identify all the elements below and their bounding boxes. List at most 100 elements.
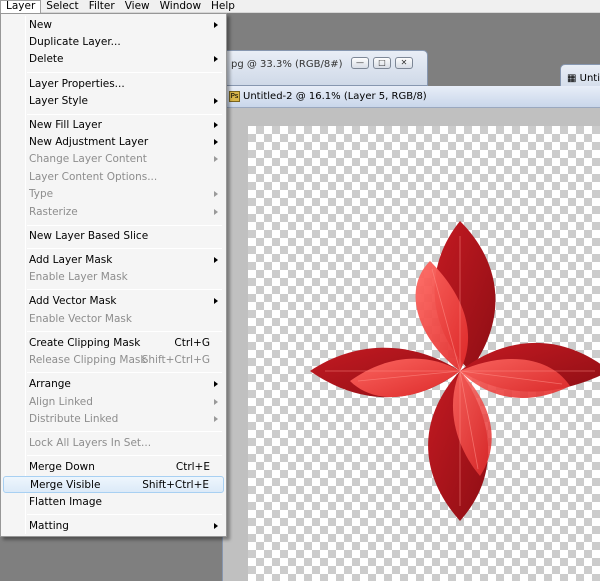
menu-view[interactable]: View (120, 0, 155, 13)
background-document-window[interactable]: pg @ 33.3% (RGB/8#) — □ ✕ (218, 50, 428, 86)
menu-item-label: Create Clipping Mask (29, 337, 141, 349)
menu-window[interactable]: Window (155, 0, 206, 13)
submenu-arrow-icon (214, 381, 218, 387)
submenu-arrow-icon (214, 416, 218, 422)
menu-item-label: Add Vector Mask (29, 295, 117, 307)
menu-item-label: Enable Layer Mask (29, 271, 128, 283)
menu-item-label: Merge Down (29, 461, 95, 473)
menu-help[interactable]: Help (206, 0, 240, 13)
submenu-arrow-icon (214, 122, 218, 128)
menu-item-add-vector-mask[interactable]: Add Vector Mask (3, 293, 224, 310)
menu-filter[interactable]: Filter (84, 0, 120, 13)
submenu-arrow-icon (214, 98, 218, 104)
menu-item-new[interactable]: New (3, 17, 224, 34)
menu-item-change-layer-content: Change Layer Content (3, 151, 224, 168)
menu-select[interactable]: Select (41, 0, 83, 13)
menu-item-label: Layer Content Options... (29, 171, 158, 183)
menu-item-layer-style[interactable]: Layer Style (3, 93, 224, 110)
menu-separator (27, 431, 222, 432)
menu-item-shortcut: Shift+Ctrl+E (142, 479, 209, 491)
submenu-arrow-icon (214, 139, 218, 145)
menu-item-shortcut: Shift+Ctrl+G (141, 354, 210, 366)
menu-separator (27, 455, 222, 456)
menu-item-label: Duplicate Layer... (29, 36, 121, 48)
menu-item-label: Flatten Image (29, 496, 102, 508)
menu-item-create-clipping-mask[interactable]: Create Clipping Mask Ctrl+G (3, 335, 224, 352)
menu-item-type: Type (3, 186, 224, 203)
menu-bar: Layer Select Filter View Window Help (0, 0, 600, 13)
menu-item-merge-down[interactable]: Merge Down Ctrl+E (3, 459, 224, 476)
menu-item-new-layer-based-slice[interactable]: New Layer Based Slice (3, 228, 224, 245)
document-title: Untitled-2 @ 16.1% (Layer 5, RGB/8) (243, 91, 427, 102)
menu-item-delete[interactable]: Delete (3, 51, 224, 68)
menu-item-rasterize: Rasterize (3, 204, 224, 221)
menu-item-layer-content-options: Layer Content Options... (3, 169, 224, 186)
active-document-window[interactable]: Ps Untitled-2 @ 16.1% (Layer 5, RGB/8) (222, 86, 600, 581)
menu-item-shortcut: Ctrl+G (174, 337, 210, 349)
menu-item-distribute-linked: Distribute Linked (3, 411, 224, 428)
far-document-title-text: Unti (579, 73, 600, 84)
restore-button[interactable]: □ (373, 57, 391, 69)
transparent-canvas[interactable] (248, 126, 600, 581)
menu-item-release-clipping-mask: Release Clipping Mask Shift+Ctrl+G (3, 352, 224, 369)
menu-item-add-layer-mask[interactable]: Add Layer Mask (3, 252, 224, 269)
menu-item-label: Distribute Linked (29, 413, 119, 425)
submenu-arrow-icon (214, 22, 218, 28)
menu-separator (27, 72, 222, 73)
leaf-flower-artwork (310, 221, 600, 521)
menu-separator (27, 114, 222, 115)
document-title-bar[interactable]: Ps Untitled-2 @ 16.1% (Layer 5, RGB/8) (223, 86, 600, 108)
submenu-arrow-icon (214, 399, 218, 405)
layer-menu-dropdown: New Duplicate Layer... Delete Layer Prop… (0, 13, 227, 537)
menu-item-new-fill-layer[interactable]: New Fill Layer (3, 117, 224, 134)
menu-item-merge-visible[interactable]: Merge Visible Shift+Ctrl+E (3, 476, 224, 493)
close-button[interactable]: ✕ (395, 57, 413, 69)
menu-item-label: Enable Vector Mask (29, 313, 132, 325)
menu-item-label: Type (29, 188, 54, 200)
menu-item-label: Matting (29, 520, 69, 532)
menu-item-label: Rasterize (29, 206, 78, 218)
menu-item-label: Lock All Layers In Set... (29, 437, 152, 449)
submenu-arrow-icon (214, 209, 218, 215)
menu-item-label: Align Linked (29, 396, 93, 408)
submenu-arrow-icon (214, 523, 218, 529)
photoshop-document-icon: Ps (229, 91, 240, 102)
menu-item-align-linked: Align Linked (3, 394, 224, 411)
submenu-arrow-icon (214, 191, 218, 197)
menu-separator (27, 514, 222, 515)
menu-item-arrange[interactable]: Arrange (3, 376, 224, 393)
menu-item-label: Arrange (29, 378, 71, 390)
menu-item-flatten-image[interactable]: Flatten Image (3, 494, 224, 511)
menu-item-label: New Fill Layer (29, 119, 102, 131)
menu-layer[interactable]: Layer (0, 0, 42, 13)
menu-item-duplicate-layer[interactable]: Duplicate Layer... (3, 34, 224, 51)
menu-separator (27, 331, 222, 332)
menu-item-label: New Layer Based Slice (29, 230, 149, 242)
menu-item-label: Layer Style (29, 95, 88, 107)
submenu-arrow-icon (214, 156, 218, 162)
menu-item-shortcut: Ctrl+E (175, 461, 210, 473)
minimize-button[interactable]: — (351, 57, 369, 69)
menu-item-matting[interactable]: Matting (3, 518, 224, 535)
menu-item-lock-all-layers-in-set: Lock All Layers In Set... (3, 435, 224, 452)
background-document-title: pg @ 33.3% (RGB/8#) (231, 59, 343, 70)
submenu-arrow-icon (214, 298, 218, 304)
menu-item-label: Add Layer Mask (29, 254, 113, 266)
menu-item-enable-layer-mask: Enable Layer Mask (3, 269, 224, 286)
menu-separator (27, 225, 222, 226)
menu-item-label: Change Layer Content (29, 153, 147, 165)
menu-item-new-adjustment-layer[interactable]: New Adjustment Layer (3, 134, 224, 151)
submenu-arrow-icon (214, 257, 218, 263)
document-icon: ▦ (567, 73, 577, 84)
menu-item-layer-properties[interactable]: Layer Properties... (3, 76, 224, 93)
menu-item-label: Merge Visible (30, 479, 101, 491)
menu-separator (27, 289, 222, 290)
menu-item-label: Delete (29, 53, 64, 65)
menu-item-label: New (29, 19, 52, 31)
menu-item-label: Release Clipping Mask (29, 354, 147, 366)
far-document-title: ▦ Unti (567, 73, 600, 84)
menu-item-enable-vector-mask: Enable Vector Mask (3, 311, 224, 328)
menu-item-label: New Adjustment Layer (29, 136, 149, 148)
menu-separator (27, 248, 222, 249)
menu-separator (27, 372, 222, 373)
